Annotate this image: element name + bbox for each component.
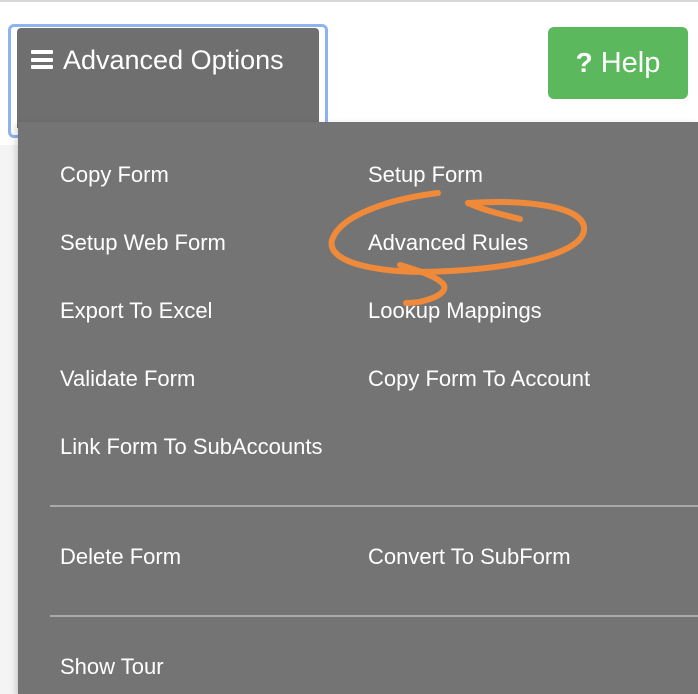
help-button[interactable]: ? Help	[548, 27, 688, 99]
help-label: Help	[600, 46, 661, 79]
menu-item-delete-form[interactable]: Delete Form	[60, 543, 181, 571]
advanced-options-label: Advanced Options	[63, 45, 284, 75]
menu-item-setup-form[interactable]: Setup Form	[368, 161, 483, 189]
menu-divider	[50, 615, 698, 617]
menu-item-setup-web-form[interactable]: Setup Web Form	[60, 229, 226, 257]
menu-item-export-to-excel[interactable]: Export To Excel	[60, 297, 212, 325]
menu-item-link-form-to-subaccounts[interactable]: Link Form To SubAccounts	[60, 433, 323, 461]
advanced-options-button[interactable]: Advanced Options	[17, 28, 319, 128]
menu-item-copy-form-to-account[interactable]: Copy Form To Account	[368, 365, 590, 393]
menu-item-advanced-rules[interactable]: Advanced Rules	[368, 229, 528, 257]
hamburger-menu-icon	[31, 50, 53, 69]
top-border	[0, 0, 698, 2]
menu-item-copy-form[interactable]: Copy Form	[60, 161, 169, 189]
menu-item-show-tour[interactable]: Show Tour	[60, 653, 164, 681]
menu-item-validate-form[interactable]: Validate Form	[60, 365, 195, 393]
menu-item-lookup-mappings[interactable]: Lookup Mappings	[368, 297, 542, 325]
menu-divider	[50, 505, 698, 507]
question-mark-icon: ?	[575, 47, 593, 78]
menu-item-convert-to-subform[interactable]: Convert To SubForm	[368, 543, 571, 571]
page-left-edge	[0, 145, 18, 694]
advanced-options-menu: Copy Form Setup Form Setup Web Form Adva…	[18, 122, 698, 694]
